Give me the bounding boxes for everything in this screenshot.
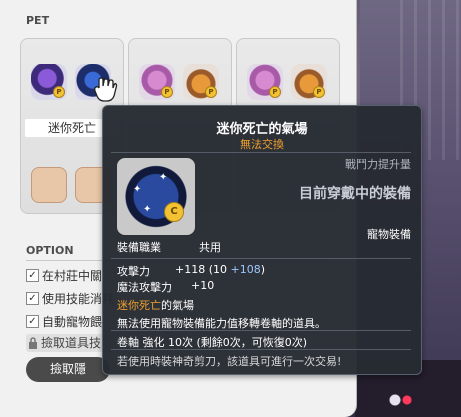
orange-pet-icon[interactable]: P xyxy=(291,64,327,100)
purple-pet-icon[interactable]: P xyxy=(31,64,67,100)
item-description: 無法使用寵物裝備能力值移轉卷軸的道具。 xyxy=(117,317,326,330)
checkbox-checked-icon[interactable]: ✓ xyxy=(26,315,39,328)
item-tooltip: 迷你死亡的氣場 無法交換 ✦ ✦ ✦ C 戰鬥力提升量 目前穿戴中的裝備 寵物裝… xyxy=(102,105,422,375)
tooltip-divider xyxy=(111,258,411,259)
currently-equipped-label: 目前穿戴中的裝備 xyxy=(299,186,411,202)
background-decoration xyxy=(365,385,425,415)
hand-cursor-icon xyxy=(94,77,118,102)
trade-status: 無法交換 xyxy=(240,138,284,151)
pet-window-title: PET xyxy=(26,14,50,27)
item-image xyxy=(117,158,195,235)
checkbox-checked-icon[interactable]: ✓ xyxy=(26,292,39,305)
item-name: 迷你死亡的氣場 xyxy=(216,122,308,137)
checkbox-checked-icon[interactable]: ✓ xyxy=(26,269,39,282)
option-checkbox-3[interactable]: ✓ 自動寵物餵 xyxy=(26,314,102,330)
coin-icon: P xyxy=(161,86,173,98)
pet-skill-icon[interactable] xyxy=(31,167,67,203)
job-label: 裝備職業 xyxy=(117,241,161,254)
item-category: 寵物裝備 xyxy=(367,228,411,241)
orange-pet-icon[interactable]: P xyxy=(183,64,219,100)
job-value: 共用 xyxy=(199,241,221,254)
stat-value: +118 (10 xyxy=(175,263,231,276)
sparkle-icon: ✦ xyxy=(133,184,142,195)
pickup-button[interactable]: 撿取隱 xyxy=(26,357,110,382)
tooltip-divider xyxy=(111,330,411,331)
option-checkbox-2[interactable]: ✓ 使用技能消耗 xyxy=(26,291,114,307)
pickup-skill-row[interactable]: 撿取道具技 xyxy=(26,334,114,352)
power-increase-label: 戰鬥力提升量 xyxy=(345,158,411,171)
tooltip-divider xyxy=(111,349,411,350)
coin-icon: C xyxy=(164,202,184,222)
pink-pet-icon[interactable]: P xyxy=(139,64,175,100)
stat-bonus: +108 xyxy=(230,263,261,276)
option-checkbox-1[interactable]: ✓ 在村莊中關 xyxy=(26,268,102,284)
coin-icon: P xyxy=(313,86,325,98)
item-description-name: 迷你死亡的氣場 xyxy=(117,299,194,312)
tooltip-divider xyxy=(111,152,411,153)
scissors-info: 若使用時裝神奇剪刀，該道具可進行一次交易! xyxy=(117,355,342,368)
stat-magic-attack: 魔法攻擊力 +10 xyxy=(117,279,215,294)
lock-icon xyxy=(29,336,37,349)
option-title: OPTION xyxy=(26,244,74,257)
coin-icon: P xyxy=(53,86,65,98)
sparkle-icon: ✦ xyxy=(143,204,152,215)
coin-icon: P xyxy=(205,86,217,98)
stat-value: +10 xyxy=(191,279,215,292)
pink-pet-icon[interactable]: P xyxy=(247,64,283,100)
stat-attack: 攻擊力 +118 (10 +108) xyxy=(117,263,266,278)
upgrade-info: 卷軸 強化 10次 (剩餘0次，可恢復0次) xyxy=(117,336,308,349)
sparkle-icon: ✦ xyxy=(159,172,168,183)
coin-icon: P xyxy=(269,86,281,98)
